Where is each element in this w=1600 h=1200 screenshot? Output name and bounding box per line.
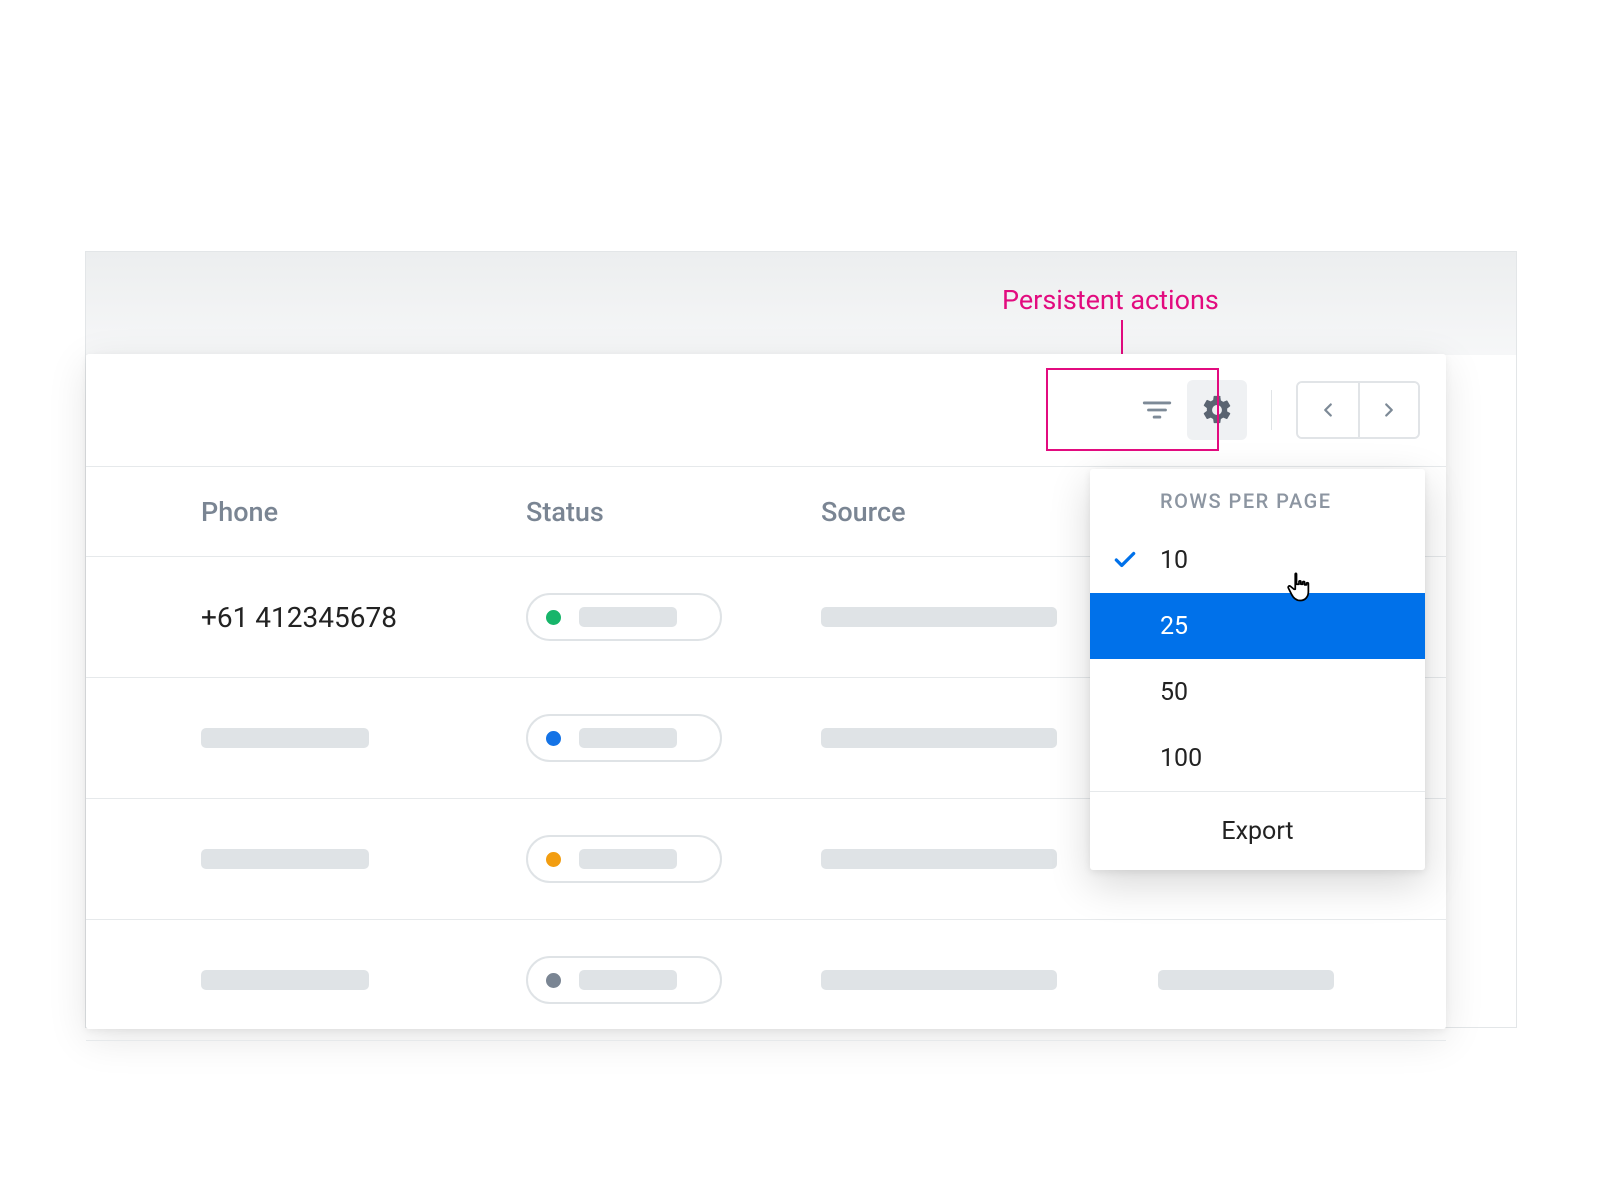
status-label-skeleton: [579, 849, 677, 869]
status-label-skeleton: [579, 970, 677, 990]
filter-icon: [1140, 393, 1174, 427]
status-pill: [526, 835, 722, 883]
menu-item-label: 100: [1160, 744, 1202, 773]
cell-source-skeleton: [821, 728, 1057, 748]
cell-phone-skeleton: [201, 970, 369, 990]
status-dot-icon: [546, 973, 561, 988]
card-toolbar: [86, 354, 1446, 467]
persistent-actions-group: [1127, 380, 1247, 440]
cell-phone-skeleton: [201, 728, 369, 748]
status-label-skeleton: [579, 728, 677, 748]
menu-item-100[interactable]: 100: [1090, 725, 1425, 791]
frame-gradient: [86, 252, 1516, 355]
cell-phone-skeleton: [201, 849, 369, 869]
chevron-right-icon: [1378, 399, 1400, 421]
check-icon: [1112, 547, 1138, 573]
menu-item-export[interactable]: Export: [1090, 792, 1425, 870]
cell-source-skeleton: [821, 970, 1057, 990]
cell-skeleton: [1158, 970, 1334, 990]
filter-button[interactable]: [1127, 380, 1187, 440]
menu-item-50[interactable]: 50: [1090, 659, 1425, 725]
menu-item-label: 50: [1160, 678, 1188, 707]
table-row[interactable]: [86, 920, 1446, 1041]
column-header-phone[interactable]: Phone: [201, 496, 278, 528]
menu-heading: ROWS PER PAGE: [1090, 469, 1425, 527]
annotation-label: Persistent actions: [1002, 284, 1219, 316]
page-prev-button[interactable]: [1298, 383, 1358, 437]
cell-phone: +61 412345678: [201, 601, 397, 634]
pagination-group: [1296, 381, 1420, 439]
toolbar-separator: [1271, 390, 1272, 430]
chevron-left-icon: [1317, 399, 1339, 421]
status-dot-icon: [546, 731, 561, 746]
page-next-button[interactable]: [1358, 383, 1418, 437]
menu-item-10[interactable]: 10: [1090, 527, 1425, 593]
menu-item-label: Export: [1221, 817, 1293, 846]
column-header-status[interactable]: Status: [526, 496, 604, 528]
menu-item-label: 10: [1160, 546, 1188, 575]
menu-item-25[interactable]: 25: [1090, 593, 1425, 659]
cell-source-skeleton: [821, 849, 1057, 869]
status-label-skeleton: [579, 607, 677, 627]
cell-source-skeleton: [821, 607, 1057, 627]
status-pill: [526, 593, 722, 641]
data-card: Phone Status Source +61 412345678: [86, 354, 1446, 1029]
menu-item-label: 25: [1160, 612, 1188, 641]
status-dot-icon: [546, 852, 561, 867]
gear-icon: [1200, 393, 1234, 427]
column-header-source[interactable]: Source: [821, 496, 906, 528]
status-pill: [526, 714, 722, 762]
settings-menu: ROWS PER PAGE 10 25 50 100 Export: [1090, 469, 1425, 870]
status-pill: [526, 956, 722, 1004]
settings-button[interactable]: [1187, 380, 1247, 440]
status-dot-icon: [546, 610, 561, 625]
